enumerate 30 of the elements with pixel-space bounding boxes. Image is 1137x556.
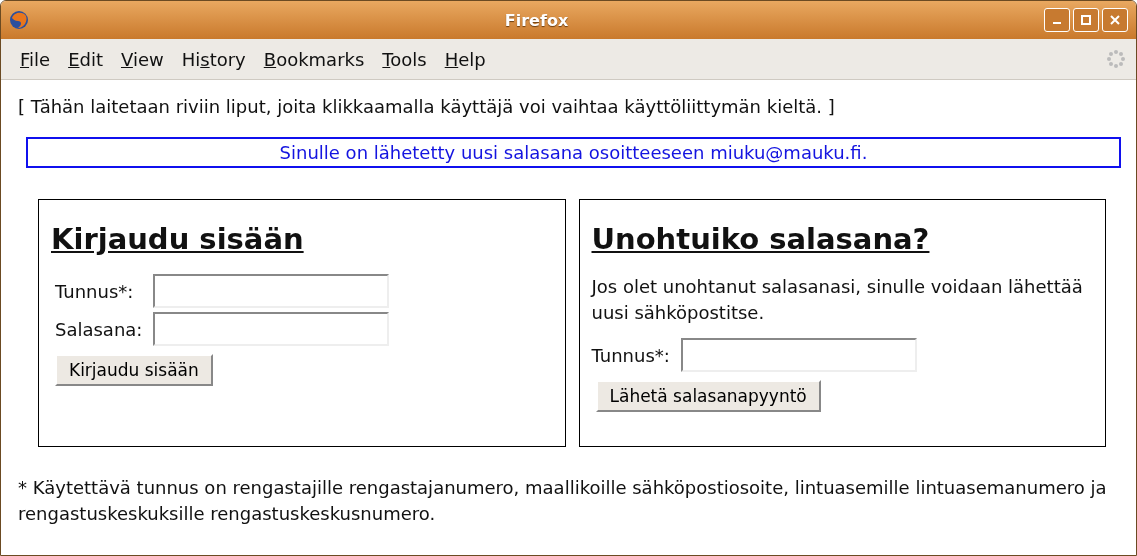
close-button[interactable] bbox=[1102, 8, 1128, 32]
field-label: Tunnus*: bbox=[54, 280, 135, 302]
menu-item[interactable]: View bbox=[112, 48, 173, 70]
footnote-text: * Käytettävä tunnus on rengastajille rengastajanumero, maallikoille sähköpostiosoite, lintuasemille lintuasemanumero ja rengastuskeskuksille rengastuskeskusnumero. bbox=[18, 476, 1108, 527]
minimize-icon bbox=[1053, 22, 1061, 24]
input-field[interactable] bbox=[153, 312, 389, 346]
notice-message: Sinulle on lähetetty uusi salasana osoitteeseen miuku@mauku.fi. bbox=[26, 137, 1121, 168]
login-button[interactable]: Kirjaudu sisään bbox=[55, 354, 213, 386]
flags-placeholder-text: [ Tähän laitetaan riviin liput, joita klikkaamalla käyttäjä voi vaihtaa käyttöliittymän kieltä. ] bbox=[18, 96, 835, 117]
send-request-button[interactable]: Lähetä salasanapyyntö bbox=[595, 380, 821, 413]
menu-item[interactable]: Bookmarks bbox=[254, 48, 374, 70]
close-icon bbox=[1110, 15, 1120, 25]
minimize-button[interactable] bbox=[1044, 8, 1070, 32]
maximize-button[interactable] bbox=[1073, 8, 1099, 32]
menu-item[interactable]: Help bbox=[435, 48, 495, 70]
browser-logo-icon bbox=[9, 10, 29, 30]
window-title: Firefox bbox=[503, 10, 570, 30]
panel-heading: Kirjaudu sisään bbox=[51, 222, 304, 256]
instruction-text: Jos olet unohtanut salasanasi, sinulle voidaan lähettää uusi sähköpostitse. bbox=[591, 275, 1084, 326]
field-label: Salasana: bbox=[54, 318, 144, 340]
menu-item[interactable]: File bbox=[11, 48, 60, 70]
throbber-icon bbox=[1106, 49, 1126, 69]
maximize-icon bbox=[1081, 15, 1091, 25]
input-field[interactable] bbox=[680, 338, 917, 373]
menu-item[interactable]: History bbox=[172, 48, 255, 70]
menu-item[interactable]: Edit bbox=[59, 48, 112, 70]
field-label: Tunnus*: bbox=[591, 344, 671, 366]
input-field[interactable] bbox=[153, 274, 389, 308]
panel-heading: Unohtuiko salasana? bbox=[591, 222, 930, 256]
menu-item[interactable]: Tools bbox=[373, 48, 436, 70]
